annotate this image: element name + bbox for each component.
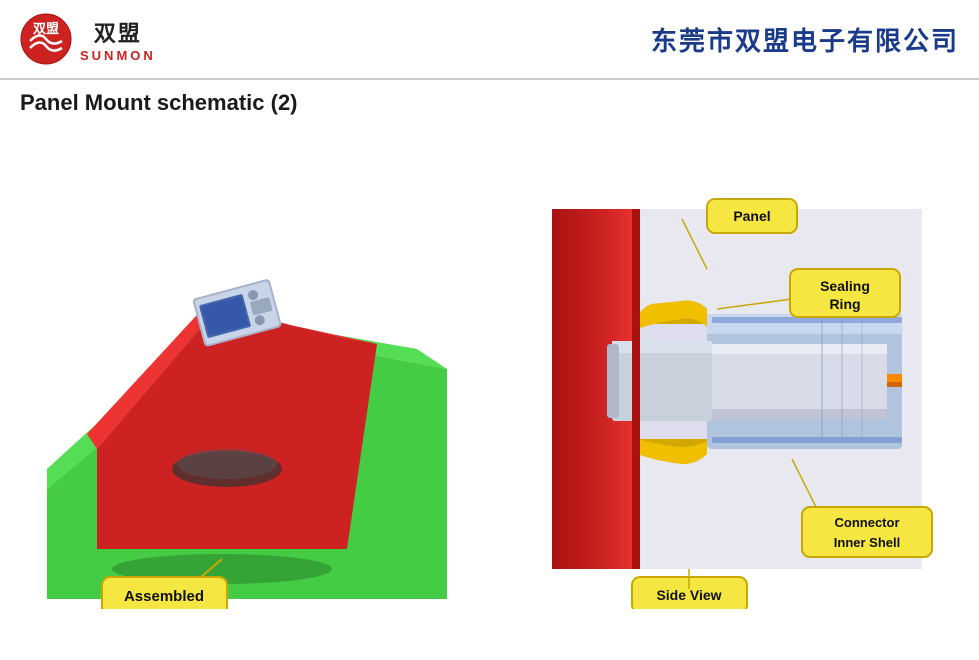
logo-chinese-text: 双盟 xyxy=(94,16,142,48)
header: 双盟 双盟 SUNMON 东莞市双盟电子有限公司 xyxy=(0,0,979,80)
assembly-scene: Assembled xyxy=(37,169,457,609)
company-name: 东莞市双盟电子有限公司 xyxy=(651,21,959,58)
logo-english-text: SUNMON xyxy=(80,48,156,63)
logo-area: 双盟 双盟 SUNMON xyxy=(20,13,156,65)
svg-text:Panel: Panel xyxy=(733,208,770,224)
left-panel: Assembled xyxy=(10,124,485,654)
sideview-svg: Panel Sealing Ring Connector Inner Shell… xyxy=(522,169,942,609)
svg-text:Sealing: Sealing xyxy=(820,278,870,294)
logo-text: 双盟 SUNMON xyxy=(80,16,156,63)
svg-text:Inner Shell: Inner Shell xyxy=(834,535,900,550)
assembly-svg: Assembled xyxy=(37,169,457,609)
sunmon-logo-icon: 双盟 xyxy=(20,13,72,65)
main-content: Assembled xyxy=(0,124,979,654)
svg-text:Assembled: Assembled xyxy=(124,588,204,605)
right-panel: Panel Sealing Ring Connector Inner Shell… xyxy=(495,124,970,654)
svg-text:Connector: Connector xyxy=(834,515,899,530)
page-title: Panel Mount schematic (2) xyxy=(0,80,979,124)
svg-text:Ring: Ring xyxy=(829,296,860,312)
sideview-scene: Panel Sealing Ring Connector Inner Shell… xyxy=(522,169,942,609)
svg-text:双盟: 双盟 xyxy=(33,21,59,36)
svg-text:Side View: Side View xyxy=(656,587,721,603)
